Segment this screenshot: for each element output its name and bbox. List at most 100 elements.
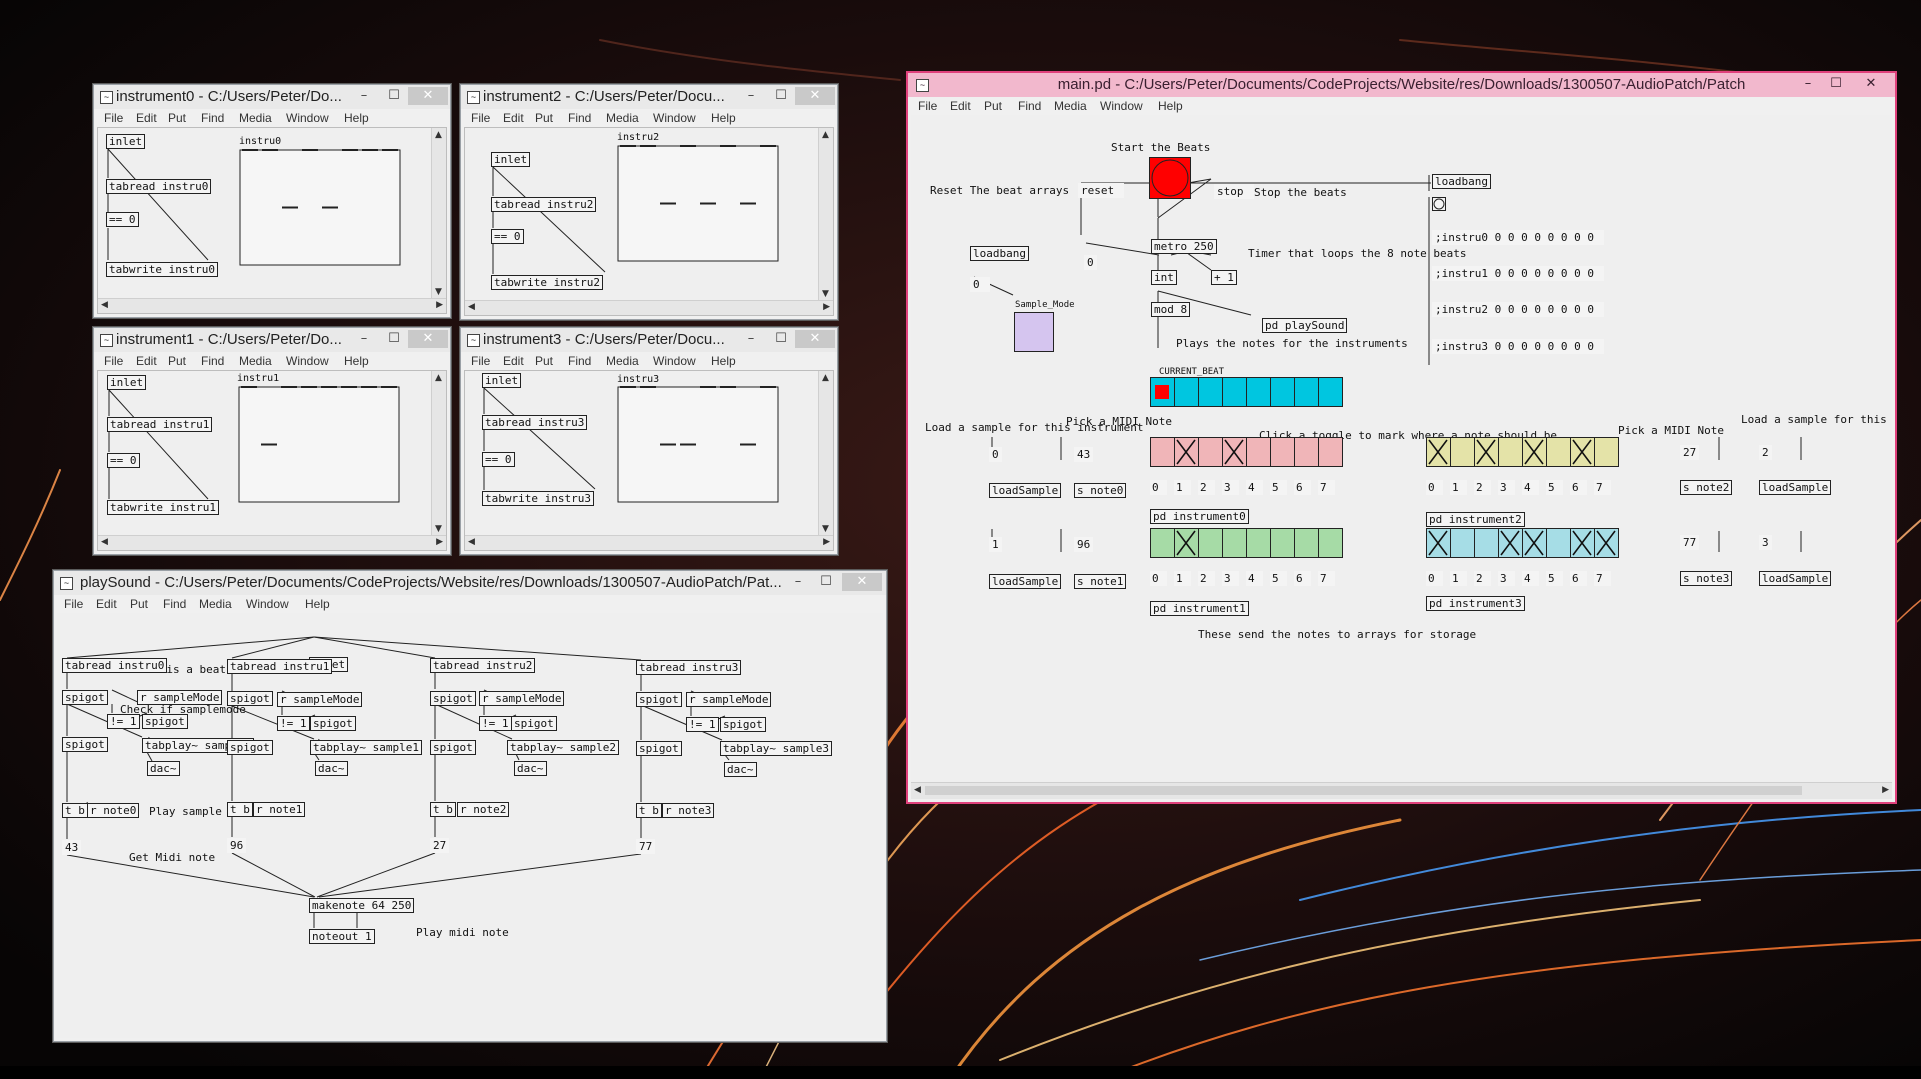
loadbang-object[interactable]: loadbang <box>1432 174 1491 189</box>
spigot-object[interactable]: spigot <box>430 740 476 755</box>
spigot-object[interactable]: spigot <box>227 691 273 706</box>
index-message[interactable]: 7 <box>1318 480 1335 495</box>
patch-canvas[interactable]: Start the Beats Reset The beat arrays re… <box>911 115 1892 799</box>
dac-object[interactable]: dac~ <box>315 761 348 776</box>
menu-media[interactable]: Media <box>239 111 272 125</box>
spigot-object[interactable]: spigot <box>430 691 476 706</box>
main-window[interactable]: ~ main.pd - C:/Users/Peter/Documents/Cod… <box>906 71 1897 804</box>
tabread-object[interactable]: tabread instru3 <box>482 415 588 430</box>
menu-edit[interactable]: Edit <box>503 111 524 125</box>
index-message[interactable]: 4 <box>1246 571 1263 586</box>
noteout-object[interactable]: noteout 1 <box>309 929 375 944</box>
menu-find[interactable]: Find <box>1018 99 1041 113</box>
spigot-object[interactable]: spigot <box>227 740 273 755</box>
pd-instrument-object[interactable]: pd instrument3 <box>1426 596 1525 611</box>
menu-put[interactable]: Put <box>130 597 148 611</box>
spigot-object[interactable]: spigot <box>636 692 682 707</box>
tabread-object[interactable]: tabread instru1 <box>227 659 333 674</box>
maximize-button[interactable]: ☐ <box>384 330 404 348</box>
menu-help[interactable]: Help <box>344 111 369 125</box>
index-message[interactable]: 4 <box>1246 480 1263 495</box>
menu-media[interactable]: Media <box>606 111 639 125</box>
horizontal-scrollbar[interactable]: ◀ ▶ <box>98 535 446 550</box>
menu-file[interactable]: File <box>918 99 937 113</box>
minimize-button[interactable]: – <box>354 87 374 105</box>
menu-find[interactable]: Find <box>201 111 224 125</box>
send-note-object[interactable]: s note3 <box>1680 571 1733 586</box>
makenote-object[interactable]: makenote 64 250 <box>309 898 415 913</box>
r-note-object[interactable]: r note3 <box>662 803 715 818</box>
array-reset-message-instru3[interactable]: ;instru3 0 0 0 0 0 0 0 0 <box>1432 339 1604 354</box>
index-message[interactable]: 5 <box>1270 480 1287 495</box>
patch-canvas[interactable]: inlet tabread instru0 == 0 tabwrite inst… <box>97 127 447 314</box>
menu-window[interactable]: Window <box>653 354 696 368</box>
menu-file[interactable]: File <box>471 111 490 125</box>
index-message[interactable]: 6 <box>1570 571 1587 586</box>
sample-number-box[interactable]: 3 <box>1759 535 1772 550</box>
index-message[interactable]: 3 <box>1222 571 1239 586</box>
array-graph[interactable] <box>238 148 438 288</box>
vertical-scrollbar[interactable]: ▲ ▼ <box>818 128 833 301</box>
menu-edit[interactable]: Edit <box>96 597 117 611</box>
index-message[interactable]: 2 <box>1474 480 1491 495</box>
not-equal-object[interactable]: != 1 <box>686 717 719 732</box>
r-samplemode-object[interactable]: r sampleMode <box>277 692 363 707</box>
note-number-box[interactable]: 27 <box>430 838 450 853</box>
inlet-object[interactable]: inlet <box>482 373 522 388</box>
index-message[interactable]: 3 <box>1498 571 1515 586</box>
title-bar[interactable]: ~ main.pd - C:/Users/Peter/Documents/Cod… <box>908 73 1895 97</box>
not-equal-object[interactable]: != 1 <box>277 716 310 731</box>
horizontal-scrollbar[interactable]: ◀ ▶ <box>98 298 446 313</box>
index-message[interactable]: 7 <box>1594 480 1611 495</box>
menu-help[interactable]: Help <box>344 354 369 368</box>
title-bar[interactable]: ~ instrument2 - C:/Users/Peter/Docu... –… <box>461 85 837 109</box>
r-note-object[interactable]: r note2 <box>457 802 510 817</box>
patch-canvas[interactable]: inlet tabread instru3 == 0 tabwrite inst… <box>464 370 834 551</box>
index-message[interactable]: 0 <box>1426 480 1443 495</box>
r-note-object[interactable]: r note1 <box>253 802 306 817</box>
menu-help[interactable]: Help <box>711 111 736 125</box>
loadsample-object[interactable]: loadSample <box>1759 480 1832 495</box>
menu-put[interactable]: Put <box>984 99 1002 113</box>
patch-canvas[interactable]: inlet tabread instru2 == 0 tabwrite inst… <box>464 127 834 316</box>
title-bar[interactable]: ~ instrument1 - C:/Users/Peter/Do... – ☐… <box>94 328 450 352</box>
close-button[interactable]: ✕ <box>795 87 835 105</box>
close-button[interactable]: ✕ <box>408 330 448 348</box>
equals-object[interactable]: == 0 <box>107 453 140 468</box>
tabwrite-object[interactable]: tabwrite instru2 <box>491 275 603 290</box>
inlet-object[interactable]: inlet <box>106 134 146 149</box>
tabread-object[interactable]: tabread instru0 <box>62 658 168 673</box>
beat-toggle-row[interactable] <box>1150 528 1344 559</box>
menu-window[interactable]: Window <box>246 597 289 611</box>
horizontal-scrollbar[interactable]: ◀ ▶ <box>465 535 833 550</box>
tabread-object[interactable]: tabread instru3 <box>636 660 742 675</box>
menu-media[interactable]: Media <box>199 597 232 611</box>
menu-window[interactable]: Window <box>1100 99 1143 113</box>
maximize-button[interactable]: ☐ <box>384 87 404 105</box>
sample-number-box[interactable]: 0 <box>989 447 1002 462</box>
menu-media[interactable]: Media <box>1054 99 1087 113</box>
send-note-object[interactable]: s note1 <box>1074 574 1127 589</box>
index-message[interactable]: 7 <box>1594 571 1611 586</box>
menu-edit[interactable]: Edit <box>136 354 157 368</box>
trigger-object[interactable]: t b <box>430 802 456 817</box>
equals-object[interactable]: == 0 <box>482 452 515 467</box>
spigot-object[interactable]: spigot <box>62 690 108 705</box>
horizontal-scrollbar[interactable]: ◀ ▶ <box>911 782 1892 799</box>
title-bar[interactable]: ~ playSound - C:/Users/Peter/Documents/C… <box>54 571 886 595</box>
zero-message[interactable]: 0 <box>970 277 990 292</box>
loadbang-object[interactable]: loadbang <box>970 246 1029 261</box>
dac-object[interactable]: dac~ <box>514 761 547 776</box>
tabplay-object[interactable]: tabplay~ sample1 <box>310 740 422 755</box>
instrument0-window[interactable]: ~ instrument0 - C:/Users/Peter/Do... – ☐… <box>93 84 451 318</box>
sample-number-box[interactable]: 1 <box>989 537 1002 552</box>
start-bang-button[interactable] <box>1149 157 1191 199</box>
index-message[interactable]: 2 <box>1198 480 1215 495</box>
beat-toggle-row[interactable] <box>1150 437 1344 468</box>
index-message[interactable]: 4 <box>1522 571 1539 586</box>
send-note-object[interactable]: s note0 <box>1074 483 1127 498</box>
spigot-object[interactable]: spigot <box>511 716 557 731</box>
loadsample-object[interactable]: loadSample <box>989 574 1062 589</box>
array-graph[interactable] <box>616 385 816 525</box>
index-message[interactable]: 1 <box>1174 480 1191 495</box>
